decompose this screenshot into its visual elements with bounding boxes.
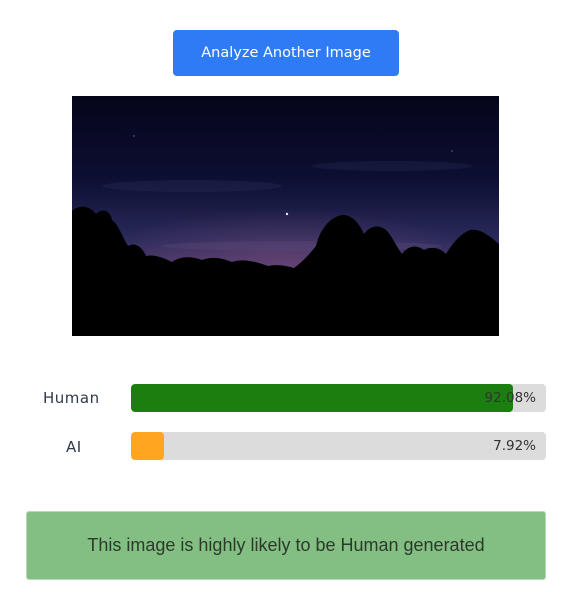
human-bar-fill (131, 384, 514, 412)
verdict-banner: This image is highly likely to be Human … (26, 511, 546, 580)
verdict-text: This image is highly likely to be Human … (87, 535, 485, 555)
ai-bar: 7.92% (131, 432, 546, 460)
ai-percentage: 7.92% (493, 438, 536, 454)
analyzed-image (72, 96, 499, 336)
human-label: Human (43, 389, 100, 407)
human-bar: 92.08% (131, 384, 546, 412)
ai-bar-fill (131, 432, 164, 460)
ai-label: AI (66, 438, 82, 456)
analyze-another-image-button[interactable]: Analyze Another Image (173, 30, 399, 76)
human-percentage: 92.08% (484, 390, 536, 406)
